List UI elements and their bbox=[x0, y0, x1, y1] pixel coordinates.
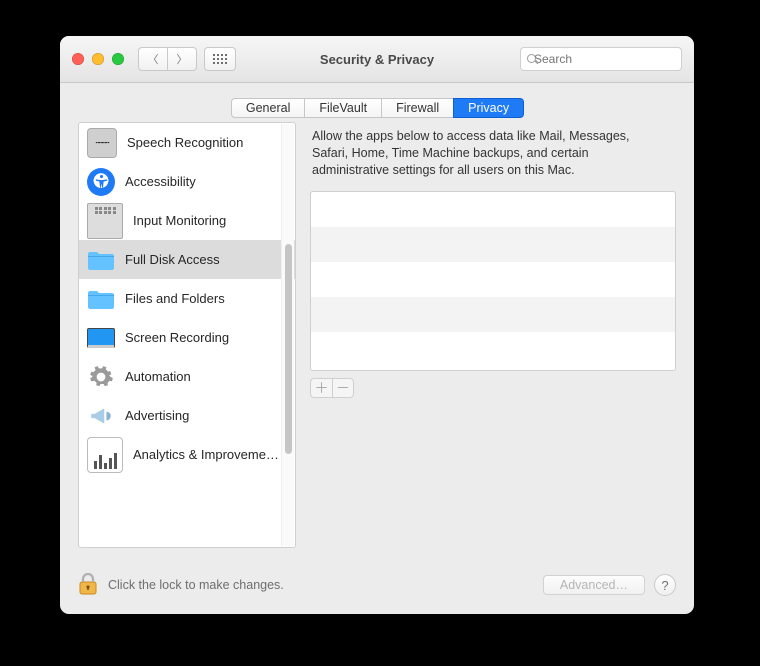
show-all-button[interactable] bbox=[204, 47, 236, 71]
sidebar-item-label: Input Monitoring bbox=[133, 213, 226, 228]
sidebar-item-screen-recording[interactable]: Screen Recording bbox=[79, 318, 295, 357]
list-row bbox=[311, 332, 675, 367]
sidebar-scrollbar[interactable] bbox=[281, 124, 294, 546]
sidebar-item-label: Advertising bbox=[125, 408, 189, 423]
megaphone-icon bbox=[87, 402, 115, 430]
window-controls bbox=[72, 53, 124, 65]
zoom-window-button[interactable] bbox=[112, 53, 124, 65]
description-text: Allow the apps below to access data like… bbox=[310, 122, 676, 191]
footer: Click the lock to make changes. Advanced… bbox=[78, 572, 676, 598]
preferences-window: 〈 〉 Security & Privacy General FileVault… bbox=[60, 36, 694, 614]
lock-icon[interactable] bbox=[78, 572, 98, 596]
add-remove-group: ＋ － bbox=[310, 378, 676, 398]
list-row bbox=[311, 227, 675, 262]
nav-buttons: 〈 〉 bbox=[138, 47, 236, 71]
monitor-icon bbox=[87, 328, 115, 348]
sidebar-item-label: Analytics & Improveme… bbox=[133, 447, 279, 462]
keyboard-icon bbox=[87, 203, 123, 239]
lock-hint-text: Click the lock to make changes. bbox=[108, 578, 284, 592]
grid-icon bbox=[213, 54, 227, 64]
minimize-window-button[interactable] bbox=[92, 53, 104, 65]
tab-firewall[interactable]: Firewall bbox=[381, 98, 453, 118]
tab-bar: General FileVault Firewall Privacy bbox=[60, 98, 694, 118]
allowed-apps-list[interactable] bbox=[310, 191, 676, 371]
sidebar-item-full-disk-access[interactable]: Full Disk Access bbox=[79, 240, 295, 279]
sidebar-item-label: Speech Recognition bbox=[127, 135, 243, 150]
remove-button[interactable]: － bbox=[332, 378, 354, 398]
scrollbar-thumb[interactable] bbox=[285, 244, 292, 454]
sidebar-item-label: Screen Recording bbox=[125, 330, 229, 345]
search-input[interactable] bbox=[532, 51, 691, 67]
speech-icon: ╍╍╍╍ bbox=[87, 128, 117, 158]
add-button[interactable]: ＋ bbox=[310, 378, 332, 398]
help-button[interactable]: ? bbox=[654, 574, 676, 596]
back-button[interactable]: 〈 bbox=[138, 47, 167, 71]
sidebar-item-speech-recognition[interactable]: ╍╍╍╍ Speech Recognition bbox=[79, 123, 295, 162]
sidebar-item-input-monitoring[interactable]: Input Monitoring bbox=[79, 201, 295, 240]
list-row bbox=[311, 297, 675, 332]
list-row bbox=[311, 262, 675, 297]
accessibility-icon bbox=[87, 168, 115, 196]
list-row bbox=[311, 192, 675, 227]
folder-icon bbox=[87, 285, 115, 313]
chart-icon bbox=[87, 437, 123, 473]
tab-general[interactable]: General bbox=[231, 98, 304, 118]
search-field[interactable] bbox=[520, 47, 682, 71]
sidebar-item-advertising[interactable]: Advertising bbox=[79, 396, 295, 435]
forward-button[interactable]: 〉 bbox=[167, 47, 197, 71]
sidebar-item-label: Files and Folders bbox=[125, 291, 225, 306]
advanced-button[interactable]: Advanced… bbox=[543, 575, 645, 595]
sidebar-item-automation[interactable]: Automation bbox=[79, 357, 295, 396]
folder-icon bbox=[87, 246, 115, 274]
sidebar-item-analytics[interactable]: Analytics & Improveme… bbox=[79, 435, 295, 474]
detail-pane: Allow the apps below to access data like… bbox=[310, 122, 676, 548]
tab-privacy[interactable]: Privacy bbox=[453, 98, 524, 118]
sidebar-item-accessibility[interactable]: Accessibility bbox=[79, 162, 295, 201]
chevron-right-icon: 〉 bbox=[177, 51, 188, 67]
titlebar: 〈 〉 Security & Privacy bbox=[60, 36, 694, 83]
sidebar-item-files-and-folders[interactable]: Files and Folders bbox=[79, 279, 295, 318]
tab-filevault[interactable]: FileVault bbox=[304, 98, 381, 118]
privacy-category-list[interactable]: ╍╍╍╍ Speech Recognition Accessibility In… bbox=[78, 122, 296, 548]
sidebar-item-label: Automation bbox=[125, 369, 191, 384]
gear-icon bbox=[87, 363, 115, 391]
sidebar-item-label: Full Disk Access bbox=[125, 252, 220, 267]
chevron-left-icon: 〈 bbox=[148, 51, 159, 67]
sidebar-item-label: Accessibility bbox=[125, 174, 196, 189]
close-window-button[interactable] bbox=[72, 53, 84, 65]
